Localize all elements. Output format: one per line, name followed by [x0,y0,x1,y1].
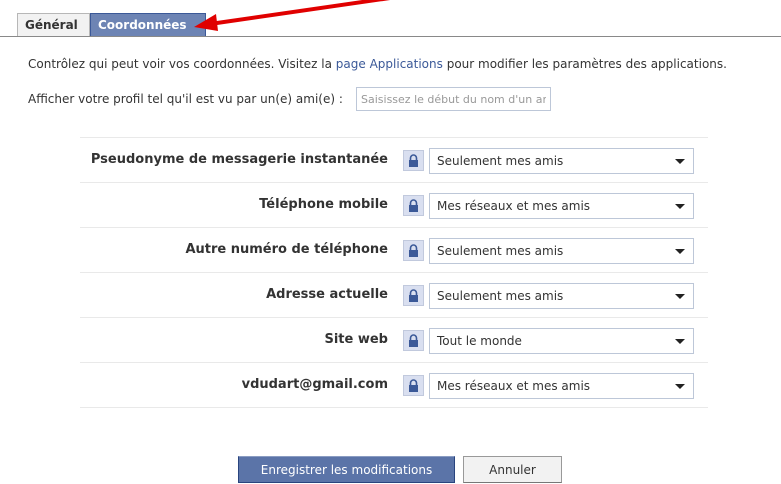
row-label: Autre numéro de téléphone [185,242,388,257]
tab-general[interactable]: Général [17,13,90,36]
page-applications-link[interactable]: page Applications [336,57,443,71]
privacy-row: Site web Tout le monde [80,318,708,363]
intro-after: pour modifier les paramètres des applica… [442,57,727,71]
row-label: Adresse actuelle [266,287,388,302]
lock-icon[interactable] [403,330,424,351]
red-arrow-annotation [194,0,391,31]
lock-icon[interactable] [403,195,424,216]
select-value: Seulement mes amis [437,154,564,168]
privacy-row: vdudart@gmail.com Mes réseaux et mes ami… [80,363,708,408]
select-value: Seulement mes amis [437,289,564,303]
lock-icon[interactable] [403,150,424,171]
row-label: Téléphone mobile [259,197,388,212]
privacy-settings-table: Pseudonyme de messagerie instantanée Seu… [80,137,708,408]
caret-down-icon [675,294,685,299]
privacy-select[interactable]: Mes réseaux et mes amis [429,373,694,399]
lock-icon[interactable] [403,375,424,396]
friend-name-input[interactable] [356,87,551,111]
cancel-button[interactable]: Annuler [463,456,562,483]
select-value: Tout le monde [437,334,522,348]
select-value: Mes réseaux et mes amis [437,379,591,393]
row-label: vdudart@gmail.com [241,377,388,392]
privacy-select[interactable]: Tout le monde [429,328,694,354]
row-label: Site web [324,332,388,347]
caret-down-icon [675,384,685,389]
select-value: Mes réseaux et mes amis [437,199,591,213]
privacy-row: Autre numéro de téléphone Seulement mes … [80,228,708,273]
privacy-select[interactable]: Seulement mes amis [429,283,694,309]
save-changes-button[interactable]: Enregistrer les modifications [238,456,455,483]
caret-down-icon [675,339,685,344]
privacy-select[interactable]: Mes réseaux et mes amis [429,193,694,219]
view-as-label: Afficher votre profil tel qu'il est vu p… [28,92,343,106]
privacy-row: Adresse actuelle Seulement mes amis [80,273,708,318]
lock-icon[interactable] [403,285,424,306]
caret-down-icon [675,159,685,164]
select-value: Seulement mes amis [437,244,564,258]
intro-text: Contrôlez qui peut voir vos coordonnées.… [28,57,727,71]
intro-before: Contrôlez qui peut voir vos coordonnées.… [28,57,336,71]
row-label: Pseudonyme de messagerie instantanée [90,152,388,167]
lock-icon[interactable] [403,240,424,261]
caret-down-icon [675,249,685,254]
privacy-row: Téléphone mobile Mes réseaux et mes amis [80,183,708,228]
privacy-select[interactable]: Seulement mes amis [429,238,694,264]
privacy-row: Pseudonyme de messagerie instantanée Seu… [80,138,708,183]
caret-down-icon [675,204,685,209]
privacy-select[interactable]: Seulement mes amis [429,148,694,174]
